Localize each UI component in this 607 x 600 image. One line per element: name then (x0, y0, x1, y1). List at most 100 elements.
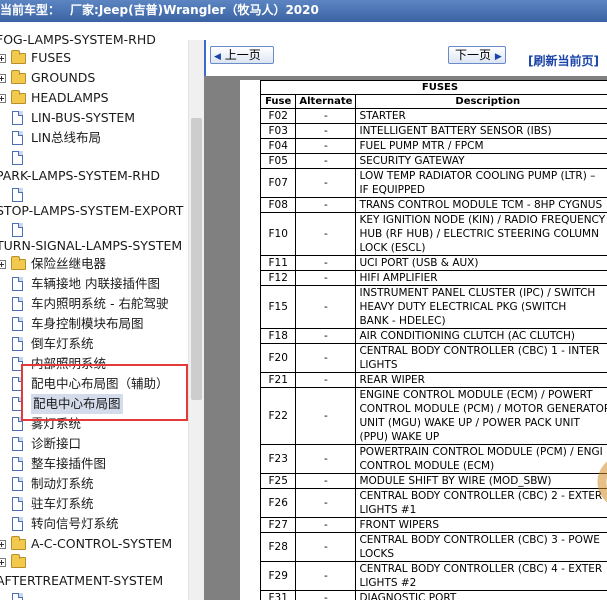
prev-page-button[interactable]: ◀ 上一页 (210, 46, 274, 64)
table-row: F10- KEY IGNITION NODE (KIN) / RADIO FREQ… (259, 212, 607, 256)
tree-item-label: 配电中心布局图 (31, 394, 123, 414)
expand-toggle-icon[interactable] (0, 94, 6, 103)
description-line: (PPU) WAKE UP (359, 431, 440, 443)
description-line: CENTRAL BODY CONTROLLER (CBC) 1 - INTER (359, 345, 600, 357)
folder-icon (11, 50, 26, 64)
table-row: F20- CENTRAL BODY CONTROLLER (CBC) 1 - IN… (259, 343, 607, 373)
document-icon (12, 131, 23, 145)
description-line: HEAVY DUTY ELECTRICAL PKG (SWITCH (359, 301, 567, 313)
description-cell: POWERTRAIN CONTROL MODULE (PCM) / ENGI CO… (355, 444, 607, 474)
document-tree[interactable]: FOG-LAMPS-SYSTEM-RHD FUSES GROUNDS HEADLAMP… (0, 22, 188, 600)
table-row: F08- TRANS CONTROL MODULE TCM - 8HP CYGNU… (259, 197, 607, 213)
tree-item-label: 整车接插件图 (31, 456, 107, 471)
folder-icon (11, 536, 26, 550)
description-line: CENTRAL BODY CONTROLLER (CBC) 2 - EXTER (359, 490, 603, 502)
description-cell: CENTRAL BODY CONTROLLER (CBC) 3 - POWE LO… (355, 532, 607, 562)
alternate-cell: - (295, 153, 357, 169)
alternate-cell: - (295, 532, 357, 562)
alternate-cell: - (295, 387, 357, 445)
table-row: F12- HIFI AMPLIFIER (259, 270, 607, 286)
description-line: BANK - HDELEC) (359, 315, 446, 327)
description-line: STARTER (359, 110, 406, 122)
alternate-cell: - (295, 197, 357, 213)
alternate-cell: - (295, 270, 357, 286)
description-cell: CENTRAL BODY CONTROLLER (CBC) 1 - INTER L… (355, 343, 607, 373)
scrollbar-thumb[interactable] (191, 118, 202, 400)
description-line: CONTROL MODULE (PCM) / MOTOR GENERATOR (359, 403, 607, 415)
title-prefix: 当前车型： (0, 3, 61, 17)
fuse-cell: F07 (259, 168, 297, 198)
alternate-cell: - (295, 285, 357, 329)
tree-item-label: 驻车灯系统 (31, 496, 94, 511)
alternate-cell: - (295, 255, 357, 271)
tree-item-label: LIN-BUS-SYSTEM (31, 110, 136, 125)
description-cell: DIAGNOSTIC PORT (355, 590, 607, 600)
tree-item-label: 保险丝继电器 (31, 256, 107, 271)
tree-item-label: 转向信号灯系统 (31, 516, 119, 531)
alternate-cell: - (295, 328, 357, 344)
expand-toggle-icon[interactable] (0, 558, 6, 567)
refresh-page-link[interactable]: [刷新当前页] (528, 52, 599, 69)
prev-page-label: 上一页 (224, 48, 261, 62)
alternate-cell: - (295, 444, 357, 474)
document-icon (12, 593, 23, 600)
document-icon (12, 223, 23, 237)
alternate-cell: - (295, 343, 357, 373)
document-icon (12, 317, 23, 331)
document-icon (12, 397, 23, 411)
description-line: ENGINE CONTROL MODULE (ECM) / POWERT (359, 389, 593, 401)
fuse-cell: F10 (259, 212, 297, 256)
alternate-cell: - (295, 590, 357, 600)
tree-item-label: TURN-SIGNAL-LAMPS-SYSTEM (0, 238, 183, 253)
tree-item-label: HEADLAMPS (31, 90, 109, 105)
tree-item-label: 倒车灯系统 (31, 336, 94, 351)
arrow-right-icon: ▶ (494, 52, 502, 62)
document-icon (12, 277, 23, 291)
tree-item-label: 配电中心布局图（辅助） (31, 376, 169, 391)
tree-item-label: 雾灯系统 (31, 416, 82, 431)
table-row: F27- FRONT WIPERS (259, 517, 607, 533)
description-line: LIGHTS (359, 359, 398, 371)
description-line: INTELLIGENT BATTERY SENSOR (IBS) (359, 125, 552, 137)
description-line: SECURITY GATEWAY (359, 155, 465, 167)
description-line: INSTRUMENT PANEL CLUSTER (IPC) / SWITCH (359, 287, 596, 299)
vehicle-model: 厂家:Jeep(吉普)Wrangler（牧马人）2020 (70, 3, 319, 17)
description-line: UCI PORT (USB & AUX) (359, 257, 479, 269)
tree-item-label: FUSES (31, 50, 72, 65)
alternate-cell: - (295, 108, 357, 124)
expand-toggle-icon[interactable] (0, 260, 6, 269)
expand-toggle-icon[interactable] (0, 74, 6, 83)
tree-item-label: GROUNDS (31, 70, 96, 85)
folder-icon (11, 70, 26, 84)
fuse-cell: F11 (259, 255, 297, 271)
folder-icon (11, 90, 26, 104)
tree-item-label: 车辆接地 内联接插件图 (31, 276, 160, 291)
document-page: FUSES Fuse Alternate Description F02- STA… (240, 80, 607, 600)
fuse-cell: F27 (259, 517, 297, 533)
arrow-left-icon: ◀ (214, 52, 221, 62)
tree-item-label: A-C-CONTROL-SYSTEM (31, 536, 173, 551)
description-cell: STARTER (355, 108, 607, 124)
description-line: FRONT WIPERS (359, 519, 440, 531)
fuse-cell: F31 (259, 590, 297, 600)
description-cell: CENTRAL BODY CONTROLLER (CBC) 4 - EXTER L… (355, 561, 607, 591)
description-line: FUEL PUMP MTR / FPCM (359, 140, 484, 152)
description-line: HIFI AMPLIFIER (359, 272, 438, 284)
alternate-cell: - (295, 123, 357, 139)
table-row: F15- INSTRUMENT PANEL CLUSTER (IPC) / SWI… (259, 285, 607, 329)
fuse-cell: F03 (259, 123, 297, 139)
tree-scrollbar[interactable] (188, 40, 204, 600)
expand-toggle-icon[interactable] (0, 54, 6, 63)
tree-item-label: AFTERTREATMENT-SYSTEM (0, 573, 164, 588)
next-page-button[interactable]: 下一页 ▶ (448, 46, 506, 64)
fuse-cell: F02 (259, 108, 297, 124)
expand-toggle-icon[interactable] (0, 540, 6, 549)
description-line: AIR CONDITIONING CLUTCH (AC CLUTCH) (359, 330, 576, 342)
description-cell: SECURITY GATEWAY (355, 153, 607, 169)
table-row: F02- STARTER (259, 108, 607, 124)
tree-item-label: LIN总线布局 (31, 130, 102, 145)
description-cell: UCI PORT (USB & AUX) (355, 255, 607, 271)
fuse-table: FUSES Fuse Alternate Description F02- STA… (259, 80, 607, 600)
document-icon (12, 111, 23, 125)
description-line: LOCKS (359, 548, 395, 560)
